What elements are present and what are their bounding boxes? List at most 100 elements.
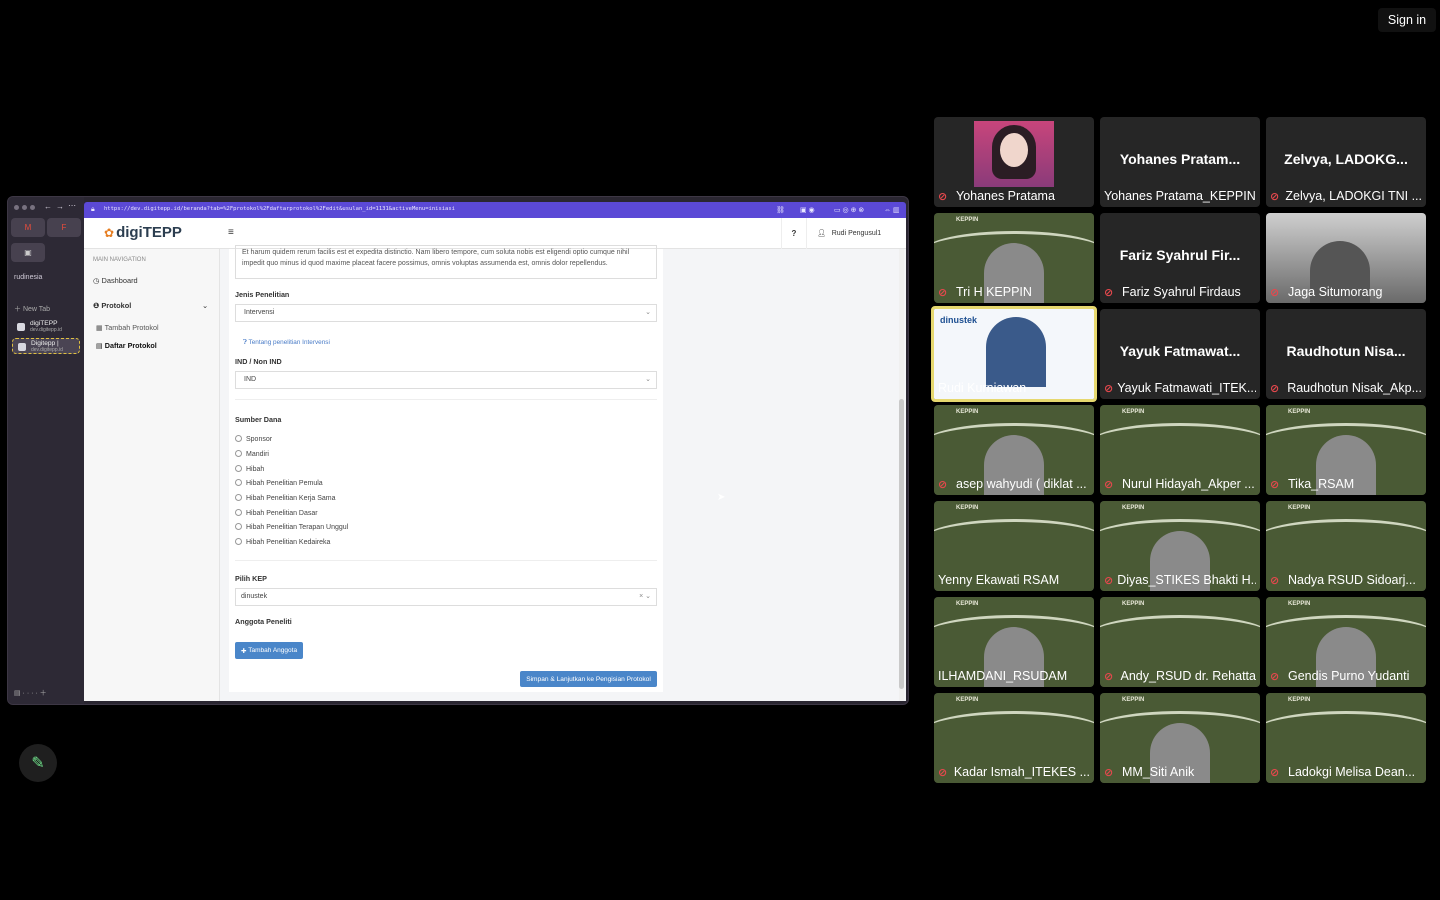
- participant-name-label: ⊘ Diyas_STIKES Bhakti H...: [1104, 572, 1256, 588]
- more-icon[interactable]: ⋯: [68, 201, 76, 210]
- page-scrollbar[interactable]: [899, 249, 904, 701]
- forward-arrow-icon[interactable]: →: [56, 202, 64, 211]
- pilih-kep-value: dinustek: [241, 593, 268, 600]
- radio-hibah-kedaireka[interactable]: Hibah Penelitian Kedaireka: [235, 538, 330, 546]
- background-banner: KEPPIN: [956, 505, 979, 511]
- browser-tab-digitepp[interactable]: digiTEPP dev.digitepp.id: [12, 319, 80, 335]
- back-arrow-icon[interactable]: ←: [44, 202, 52, 211]
- browser-tab-digitepp-active[interactable]: Digitepp | dev.digitepp.id: [12, 338, 80, 354]
- pinned-tab-gmail-icon[interactable]: M: [11, 218, 45, 237]
- screenshot-icon[interactable]: ▣ ◉: [800, 206, 815, 214]
- window-maximize-dot[interactable]: [30, 205, 35, 210]
- participant-name: Nadya RSUD Sidoarj...: [1288, 573, 1416, 587]
- participant-tile[interactable]: KEPPIN ⊘ Ladokgi Melisa Dean...: [1266, 693, 1426, 783]
- participant-display-name: Fariz Syahrul Fir...: [1119, 247, 1241, 263]
- lock-icon: 🔒︎: [91, 206, 95, 213]
- nav-header: MAIN NAVIGATION: [93, 257, 146, 263]
- split-view-icon[interactable]: ⇔ ▥: [884, 206, 900, 214]
- participant-name: Andy_RSUD dr. Rehatta: [1120, 669, 1257, 683]
- new-tab-button[interactable]: ＋ New Tab: [14, 304, 50, 314]
- logo-text: digiTEPP: [116, 224, 182, 241]
- nav-tambah-protokol[interactable]: ▦ Tambah Protokol: [96, 323, 159, 332]
- participant-tile[interactable]: KEPPIN ⊘ Andy_RSUD dr. Rehatta: [1100, 597, 1260, 687]
- nav-protokol[interactable]: ❶ Protokol: [93, 301, 131, 310]
- radio-label: Hibah Penelitian Kedaireka: [246, 539, 331, 546]
- mic-muted-icon: ⊘: [1270, 574, 1280, 587]
- pinned-tab-icon[interactable]: ▣: [11, 243, 45, 262]
- save-continue-button[interactable]: Simpan & Lanjutkan ke Pengisian Protokol: [520, 671, 657, 687]
- participant-tile[interactable]: KEPPIN ⊘ Tri H KEPPIN: [934, 213, 1094, 303]
- digitepp-logo[interactable]: ✿ digiTEPP: [104, 224, 182, 241]
- participant-name-label: ⊘ Ladokgi Melisa Dean...: [1270, 764, 1422, 780]
- window-minimize-dot[interactable]: [22, 205, 27, 210]
- participant-tile[interactable]: KEPPIN ⊘ MM_Siti Anik: [1100, 693, 1260, 783]
- ind-label: IND / Non IND: [235, 357, 282, 366]
- nav-daftar-protokol[interactable]: ▤ Daftar Protokol: [96, 341, 157, 350]
- participant-name: asep wahyudi ( diklat ...: [956, 477, 1087, 491]
- radio-hibah-pemula[interactable]: Hibah Penelitian Pemula: [235, 479, 323, 487]
- participant-tile[interactable]: Raudhotun Nisa... ⊘ Raudhotun Nisak_Akp...: [1266, 309, 1426, 399]
- clear-chevron-icon[interactable]: × ⌄: [639, 592, 651, 600]
- participant-tile[interactable]: KEPPIN ⊘ Tika_RSAM: [1266, 405, 1426, 495]
- participant-tile[interactable]: ⊘ Yohanes Pratama: [934, 117, 1094, 207]
- background-banner: KEPPIN: [1122, 697, 1145, 703]
- help-button[interactable]: ?: [781, 218, 807, 249]
- participant-display-name: Raudhotun Nisa...: [1286, 343, 1406, 359]
- chevron-down-icon[interactable]: ⌄: [202, 301, 208, 310]
- mic-muted-icon: ⊘: [1270, 286, 1280, 299]
- info-link[interactable]: ❓︎ Tentang penelitian Intervensi: [243, 339, 330, 347]
- participant-tile[interactable]: KEPPIN ⊘ Gendis Purno Yudanti: [1266, 597, 1426, 687]
- participant-tile[interactable]: KEPPIN ⊘ Diyas_STIKES Bhakti H...: [1100, 501, 1260, 591]
- participant-tile[interactable]: Fariz Syahrul Fir... ⊘ Fariz Syahrul Firda…: [1100, 213, 1260, 303]
- sign-in-button[interactable]: Sign in: [1378, 8, 1436, 32]
- address-bar[interactable]: 🔒︎ https://dev.digitepp.id/beranda?tab=%…: [84, 202, 906, 218]
- extensions-icon[interactable]: ▭ ◎ ⊕ ⊗: [834, 206, 864, 214]
- participant-tile[interactable]: KEPPIN ⊘ Nurul Hidayah_Akper ...: [1100, 405, 1260, 495]
- protocol-form: Et harum quidem rerum facilis est et exp…: [229, 245, 663, 692]
- radio-hibah-dasar[interactable]: Hibah Penelitian Dasar: [235, 509, 318, 517]
- add-member-button[interactable]: ✚ Tambah Anggota: [235, 642, 304, 659]
- link-icon[interactable]: ⛓: [776, 206, 785, 214]
- jenis-penelitian-select[interactable]: Intervensi ⌄: [235, 304, 657, 322]
- list-icon: ▤: [96, 341, 103, 350]
- scroll-thumb[interactable]: [899, 399, 904, 689]
- window-close-dot[interactable]: [14, 205, 19, 210]
- pilih-kep-select[interactable]: dinustek × ⌄: [235, 588, 657, 606]
- radio-sponsor[interactable]: Sponsor: [235, 435, 272, 443]
- tab-title: digiTEPP: [30, 320, 58, 327]
- archive-icon[interactable]: ▤ · · · · ＋: [14, 688, 47, 698]
- radio-circle: [235, 450, 242, 457]
- divider: [235, 560, 657, 561]
- user-menu[interactable]: 👤︎ Rudi Pengusul1: [817, 229, 881, 237]
- radio-mandiri[interactable]: Mandiri: [235, 450, 269, 458]
- participant-tile[interactable]: Yohanes Pratam... Yohanes Pratama_KEPPIN: [1100, 117, 1260, 207]
- nav-dashboard[interactable]: ◷ Dashboard: [93, 276, 138, 285]
- annotate-pen-button[interactable]: ✎: [19, 744, 57, 782]
- radio-hibah-terapan-unggul[interactable]: Hibah Penelitian Terapan Unggul: [235, 523, 348, 531]
- logo-mark-icon: ✿: [104, 226, 115, 240]
- participant-tile[interactable]: KEPPIN ⊘ asep wahyudi ( diklat ...: [934, 405, 1094, 495]
- mic-muted-icon: ⊘: [1104, 382, 1114, 395]
- participant-tile[interactable]: KEPPIN Yenny Ekawati RSAM: [934, 501, 1094, 591]
- participant-tile[interactable]: Zelvya, LADOKG... ⊘ Zelvya, LADOKGI TNI ..…: [1266, 117, 1426, 207]
- radio-hibah[interactable]: Hibah: [235, 465, 264, 473]
- participant-name-label: ILHAMDANI_RSUDAM: [938, 668, 1090, 684]
- question-circle-icon: ❓︎: [243, 339, 247, 346]
- participant-tile[interactable]: KEPPIN ⊘ Kadar Ismah_ITEKES ...: [934, 693, 1094, 783]
- participant-tile[interactable]: dinustek Rudi Kurniawan: [931, 306, 1097, 402]
- url-text: https://dev.digitepp.id/beranda?tab=%2Fp…: [104, 206, 455, 212]
- participant-tile[interactable]: KEPPIN ⊘ Nadya RSUD Sidoarj...: [1266, 501, 1426, 591]
- description-textarea[interactable]: Et harum quidem rerum facilis est et exp…: [235, 245, 657, 279]
- help-icon: ?: [791, 229, 797, 238]
- participant-tile[interactable]: KEPPIN ILHAMDANI_RSUDAM: [934, 597, 1094, 687]
- background-wave: [1266, 711, 1426, 751]
- hamburger-menu-icon[interactable]: ≡: [228, 227, 234, 238]
- pinned-tab-figma-icon[interactable]: F: [47, 218, 81, 237]
- side-navigation: MAIN NAVIGATION ◷ Dashboard ❶ Protokol ⌄…: [84, 249, 220, 701]
- participant-tile[interactable]: Yayuk Fatmawat... ⊘ Yayuk Fatmawati_ITEK..…: [1100, 309, 1260, 399]
- participant-tile[interactable]: ⊘ Jaga Situmorang: [1266, 213, 1426, 303]
- participant-name: Zelvya, LADOKGI TNI ...: [1285, 189, 1422, 203]
- radio-hibah-kerja-sama[interactable]: Hibah Penelitian Kerja Sama: [235, 494, 336, 502]
- ind-select[interactable]: IND ⌄: [235, 371, 657, 389]
- mic-muted-icon: ⊘: [1270, 478, 1280, 491]
